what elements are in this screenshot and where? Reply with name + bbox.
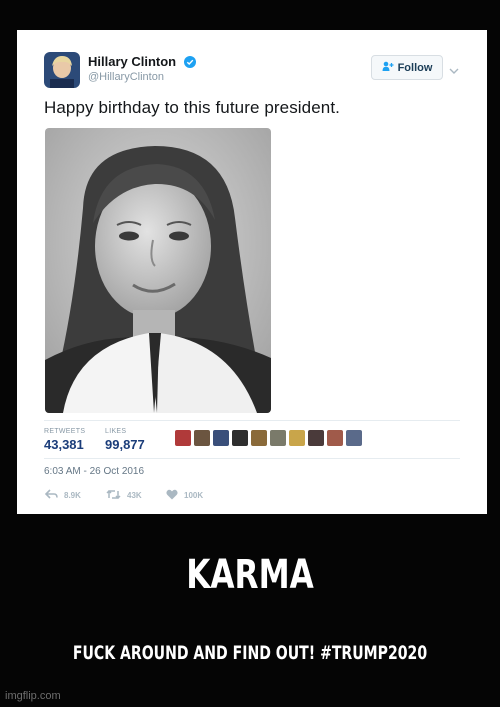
- likes-count[interactable]: 99,877: [105, 437, 145, 452]
- author-name-text[interactable]: Hillary Clinton: [88, 54, 176, 69]
- chevron-down-icon[interactable]: [449, 62, 459, 80]
- add-user-icon: [382, 61, 394, 74]
- liker-avatar[interactable]: [251, 430, 267, 446]
- retweet-count: 43K: [127, 491, 142, 500]
- liker-avatar[interactable]: [308, 430, 324, 446]
- retweets-count[interactable]: 43,381: [44, 437, 84, 452]
- divider: [44, 420, 460, 421]
- liker-avatar[interactable]: [194, 430, 210, 446]
- retweet-icon: [106, 489, 121, 502]
- follow-label: Follow: [397, 61, 433, 74]
- liker-avatar[interactable]: [270, 430, 286, 446]
- liker-avatar[interactable]: [289, 430, 305, 446]
- verified-badge-icon: [183, 56, 196, 71]
- tweet-photo[interactable]: [45, 128, 271, 413]
- author-name[interactable]: Hillary Clinton: [88, 54, 196, 71]
- liker-avatar[interactable]: [175, 430, 191, 446]
- like-count: 100K: [184, 491, 204, 500]
- follow-button[interactable]: Follow: [371, 55, 443, 80]
- meme-subline: FUCK AROUND AND FIND OUT! #TRUMP2020: [72, 642, 428, 664]
- liker-avatars: [175, 430, 362, 446]
- avatar[interactable]: [44, 52, 80, 88]
- reply-action[interactable]: 8.9K: [44, 489, 81, 501]
- likes-label: LIKES: [105, 428, 127, 435]
- retweets-label: RETWEETS: [44, 428, 86, 435]
- tweet-text: Happy birthday to this future president.: [44, 98, 340, 117]
- watermark: imgflip.com: [5, 690, 61, 702]
- liker-avatar[interactable]: [327, 430, 343, 446]
- liker-avatar[interactable]: [213, 430, 229, 446]
- reply-icon: [44, 489, 58, 501]
- like-action[interactable]: 100K: [166, 489, 203, 502]
- reply-count: 8.9K: [64, 490, 81, 500]
- tweet-card: Hillary Clinton @HillaryClinton Follow H…: [17, 30, 487, 514]
- tweet-timestamp[interactable]: 6:03 AM - 26 Oct 2016: [44, 466, 144, 477]
- retweet-action[interactable]: 43K: [106, 489, 142, 502]
- liker-avatar[interactable]: [232, 430, 248, 446]
- meme-headline: KARMA: [186, 552, 314, 598]
- author-handle[interactable]: @HillaryClinton: [88, 71, 164, 83]
- heart-icon: [166, 489, 178, 502]
- divider: [44, 458, 460, 459]
- liker-avatar[interactable]: [346, 430, 362, 446]
